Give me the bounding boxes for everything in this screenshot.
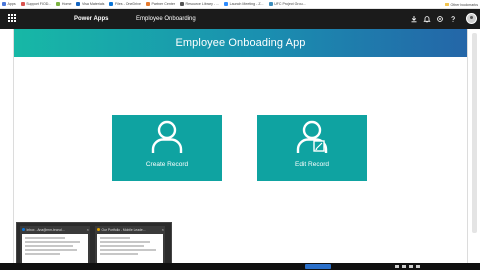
- gear-icon[interactable]: [436, 15, 444, 23]
- bookmark-ufc[interactable]: UFC Project Grou...: [268, 2, 306, 6]
- bell-icon[interactable]: [423, 15, 431, 23]
- bookmark-partner[interactable]: Partner Center: [145, 2, 176, 6]
- app-name: Employee Onboarding: [136, 16, 196, 22]
- close-icon[interactable]: ×: [162, 227, 164, 232]
- edit-record-label: Edit Record: [295, 161, 329, 168]
- thumbnail-preview: [97, 234, 163, 266]
- tray-icon[interactable]: [409, 265, 413, 268]
- bookmark-icon: [145, 2, 150, 6]
- bookmark-icon: [268, 2, 273, 6]
- help-icon[interactable]: [449, 15, 457, 23]
- thumbnail-title: Our Portfolio - Mobile Leade...: [101, 227, 146, 232]
- power-apps-header: Power Apps Employee Onboarding: [0, 9, 480, 29]
- tray-icon[interactable]: [395, 265, 399, 268]
- bookmark-label: UFC Project Grou...: [274, 2, 306, 6]
- person-edit-icon: [296, 120, 328, 153]
- bookmarks-bar: Apps Support FIOD... Home Visa Materials…: [0, 0, 480, 9]
- cloud-icon: [109, 2, 114, 6]
- create-record-label: Create Record: [145, 161, 189, 168]
- browser-icon: [97, 228, 100, 231]
- folder-icon: [444, 3, 449, 6]
- bookmark-launch[interactable]: Launch Meeting - Z...: [224, 2, 264, 6]
- taskbar-active-app[interactable]: [305, 264, 331, 269]
- avatar[interactable]: [466, 13, 477, 24]
- system-tray: [395, 263, 423, 270]
- bookmark-label: Support FIOD...: [26, 2, 52, 6]
- app-launcher-icon[interactable]: [8, 14, 16, 22]
- other-bookmarks[interactable]: Other bookmarks: [444, 0, 478, 8]
- close-icon[interactable]: ×: [87, 227, 89, 232]
- edit-record-button[interactable]: Edit Record: [257, 115, 367, 181]
- app-title: Employee Onboading App: [175, 37, 306, 49]
- bookmark-apps[interactable]: Apps: [2, 2, 16, 6]
- person-icon: [151, 120, 183, 153]
- bookmark-icon: [56, 2, 61, 6]
- screen: { "bookmarks": { "items": [ {"label": "A…: [0, 0, 480, 270]
- bookmark-label: Partner Center: [151, 2, 176, 6]
- apps-icon: [2, 2, 6, 6]
- thumbnail-title: Inbox - Ana@mm-tecnol...: [26, 227, 65, 232]
- vertical-scrollbar[interactable]: [469, 29, 480, 263]
- bookmark-label: Launch Meeting - Z...: [229, 2, 264, 6]
- thumbnail-outlook[interactable]: Inbox - Ana@mm-tecnol... ×: [20, 226, 90, 268]
- bookmark-label: Home: [61, 2, 72, 6]
- bookmark-resource[interactable]: Resource Library - ...: [180, 2, 219, 6]
- browser-icon: [22, 228, 25, 231]
- other-bookmarks-label: Other bookmarks: [450, 2, 478, 7]
- thumbnail-portfolio[interactable]: Our Portfolio - Mobile Leade... ×: [95, 226, 165, 268]
- tray-icon[interactable]: [416, 265, 420, 268]
- bookmark-label: Apps: [7, 2, 16, 6]
- bookmark-home[interactable]: Home: [56, 2, 71, 6]
- bookmark-onedrive[interactable]: Files - OneDrive: [109, 2, 141, 6]
- download-icon[interactable]: [410, 15, 418, 23]
- video-icon: [224, 2, 229, 6]
- bookmark-icon: [180, 2, 185, 6]
- bookmark-icon: [20, 2, 25, 6]
- create-record-button[interactable]: Create Record: [112, 115, 222, 181]
- bookmark-label: Files - OneDrive: [114, 2, 141, 6]
- bookmark-visa[interactable]: Visa Materials: [76, 2, 104, 6]
- bookmark-label: Visa Materials: [81, 2, 105, 6]
- tray-icon[interactable]: [402, 265, 406, 268]
- thumbnail-preview: [22, 234, 88, 266]
- app-title-bar: Employee Onboading App: [14, 29, 467, 57]
- thumbnail-title-bar: Inbox - Ana@mm-tecnol...: [20, 226, 90, 233]
- bookmark-label: Resource Library - ...: [185, 2, 220, 6]
- bookmark-icon: [76, 2, 81, 6]
- bookmark-support[interactable]: Support FIOD...: [20, 2, 52, 6]
- thumbnail-title-bar: Our Portfolio - Mobile Leade...: [95, 226, 165, 233]
- scrollbar-thumb[interactable]: [472, 33, 477, 233]
- brand-name[interactable]: Power Apps: [74, 9, 108, 29]
